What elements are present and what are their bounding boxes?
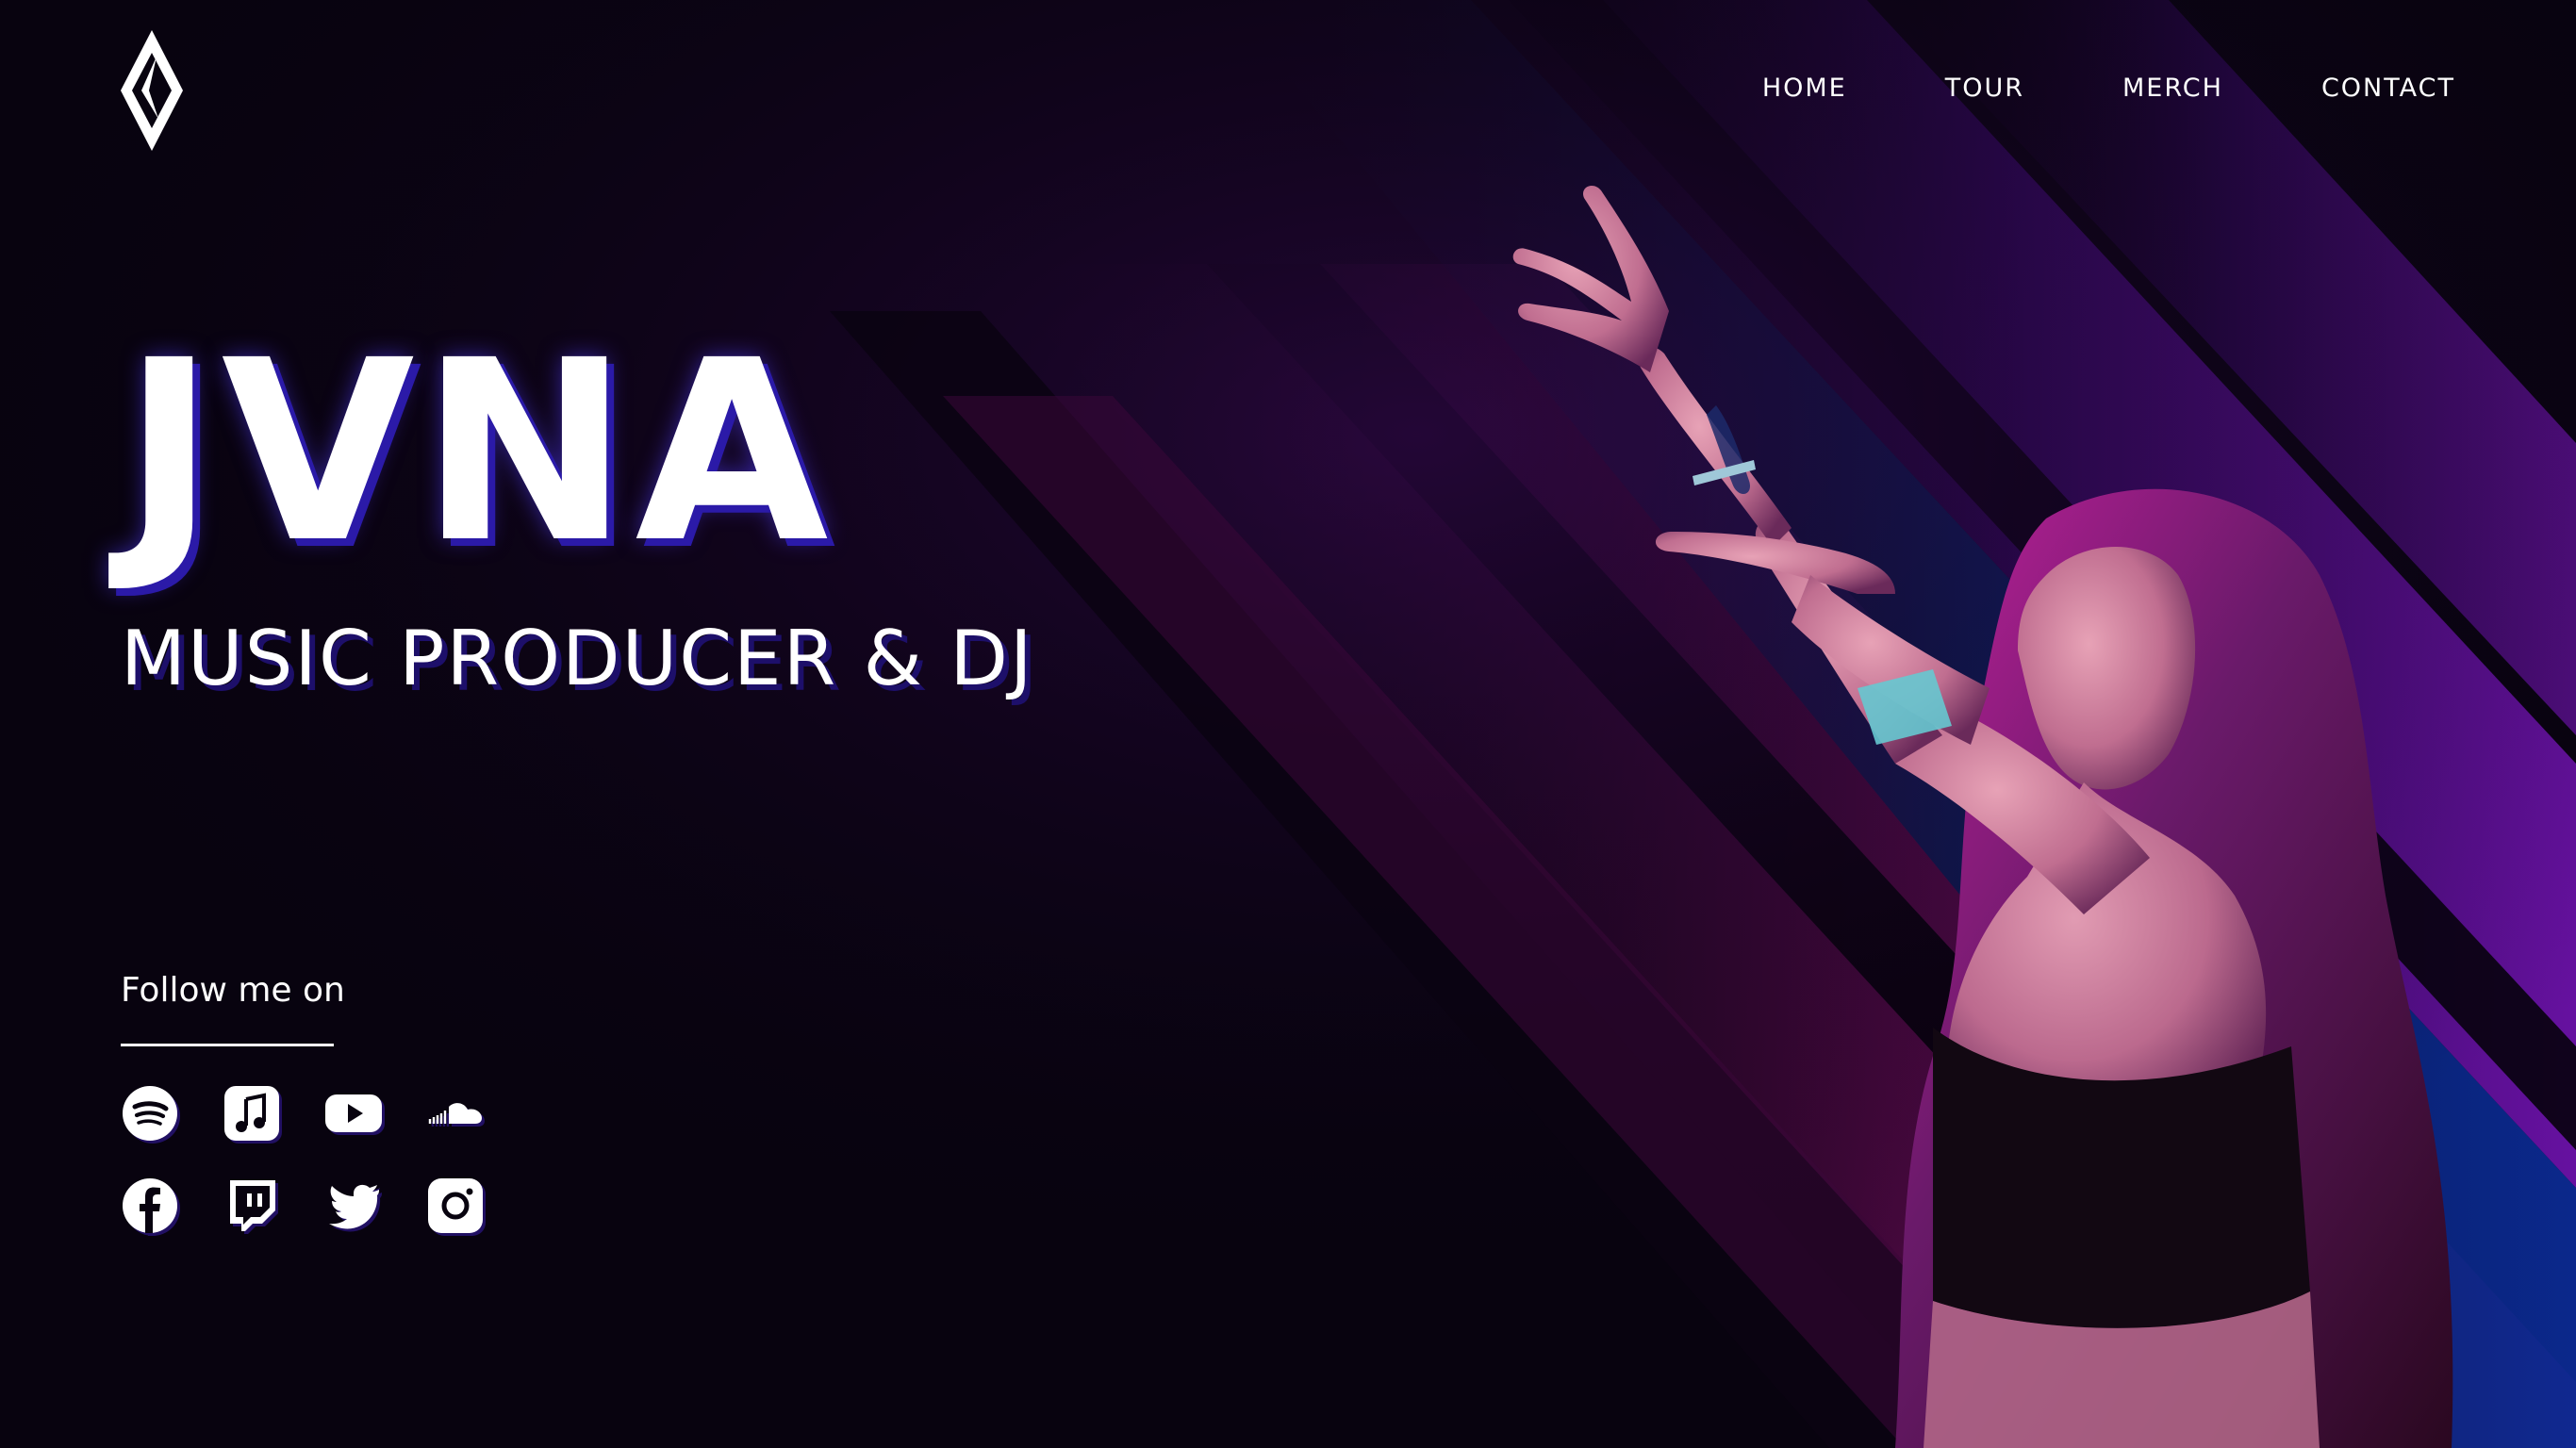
follow-label: Follow me on [121,971,345,1010]
follow-divider [121,1044,334,1046]
twitter-icon[interactable] [324,1176,383,1235]
youtube-icon[interactable] [324,1084,383,1143]
social-row-2 [121,1176,517,1235]
hero-section: HOME TOUR MERCH CONTACT JVNA MUSIC PRODU… [0,0,2576,1448]
nav-contact[interactable]: CONTACT [2321,74,2455,103]
brand-name: JVNA [123,307,834,598]
social-links [121,1084,517,1269]
social-row-1 [121,1084,517,1143]
brand-tagline: MUSIC PRODUCER & DJ [121,615,1034,702]
apple-music-icon[interactable] [223,1084,281,1143]
spotify-icon[interactable] [121,1084,179,1143]
facebook-icon[interactable] [121,1176,179,1235]
brand-wordmark: JVNA [123,307,896,598]
main-nav: HOME TOUR MERCH CONTACT [1762,74,2455,103]
diamond-logo-icon[interactable] [119,28,185,153]
performer-photo [1512,185,2453,1448]
soundcloud-icon[interactable] [426,1084,485,1143]
nav-merch[interactable]: MERCH [2122,74,2223,103]
nav-tour[interactable]: TOUR [1945,74,2024,103]
twitch-icon[interactable] [223,1176,281,1235]
instagram-icon[interactable] [426,1176,485,1235]
nav-home[interactable]: HOME [1762,74,1847,103]
